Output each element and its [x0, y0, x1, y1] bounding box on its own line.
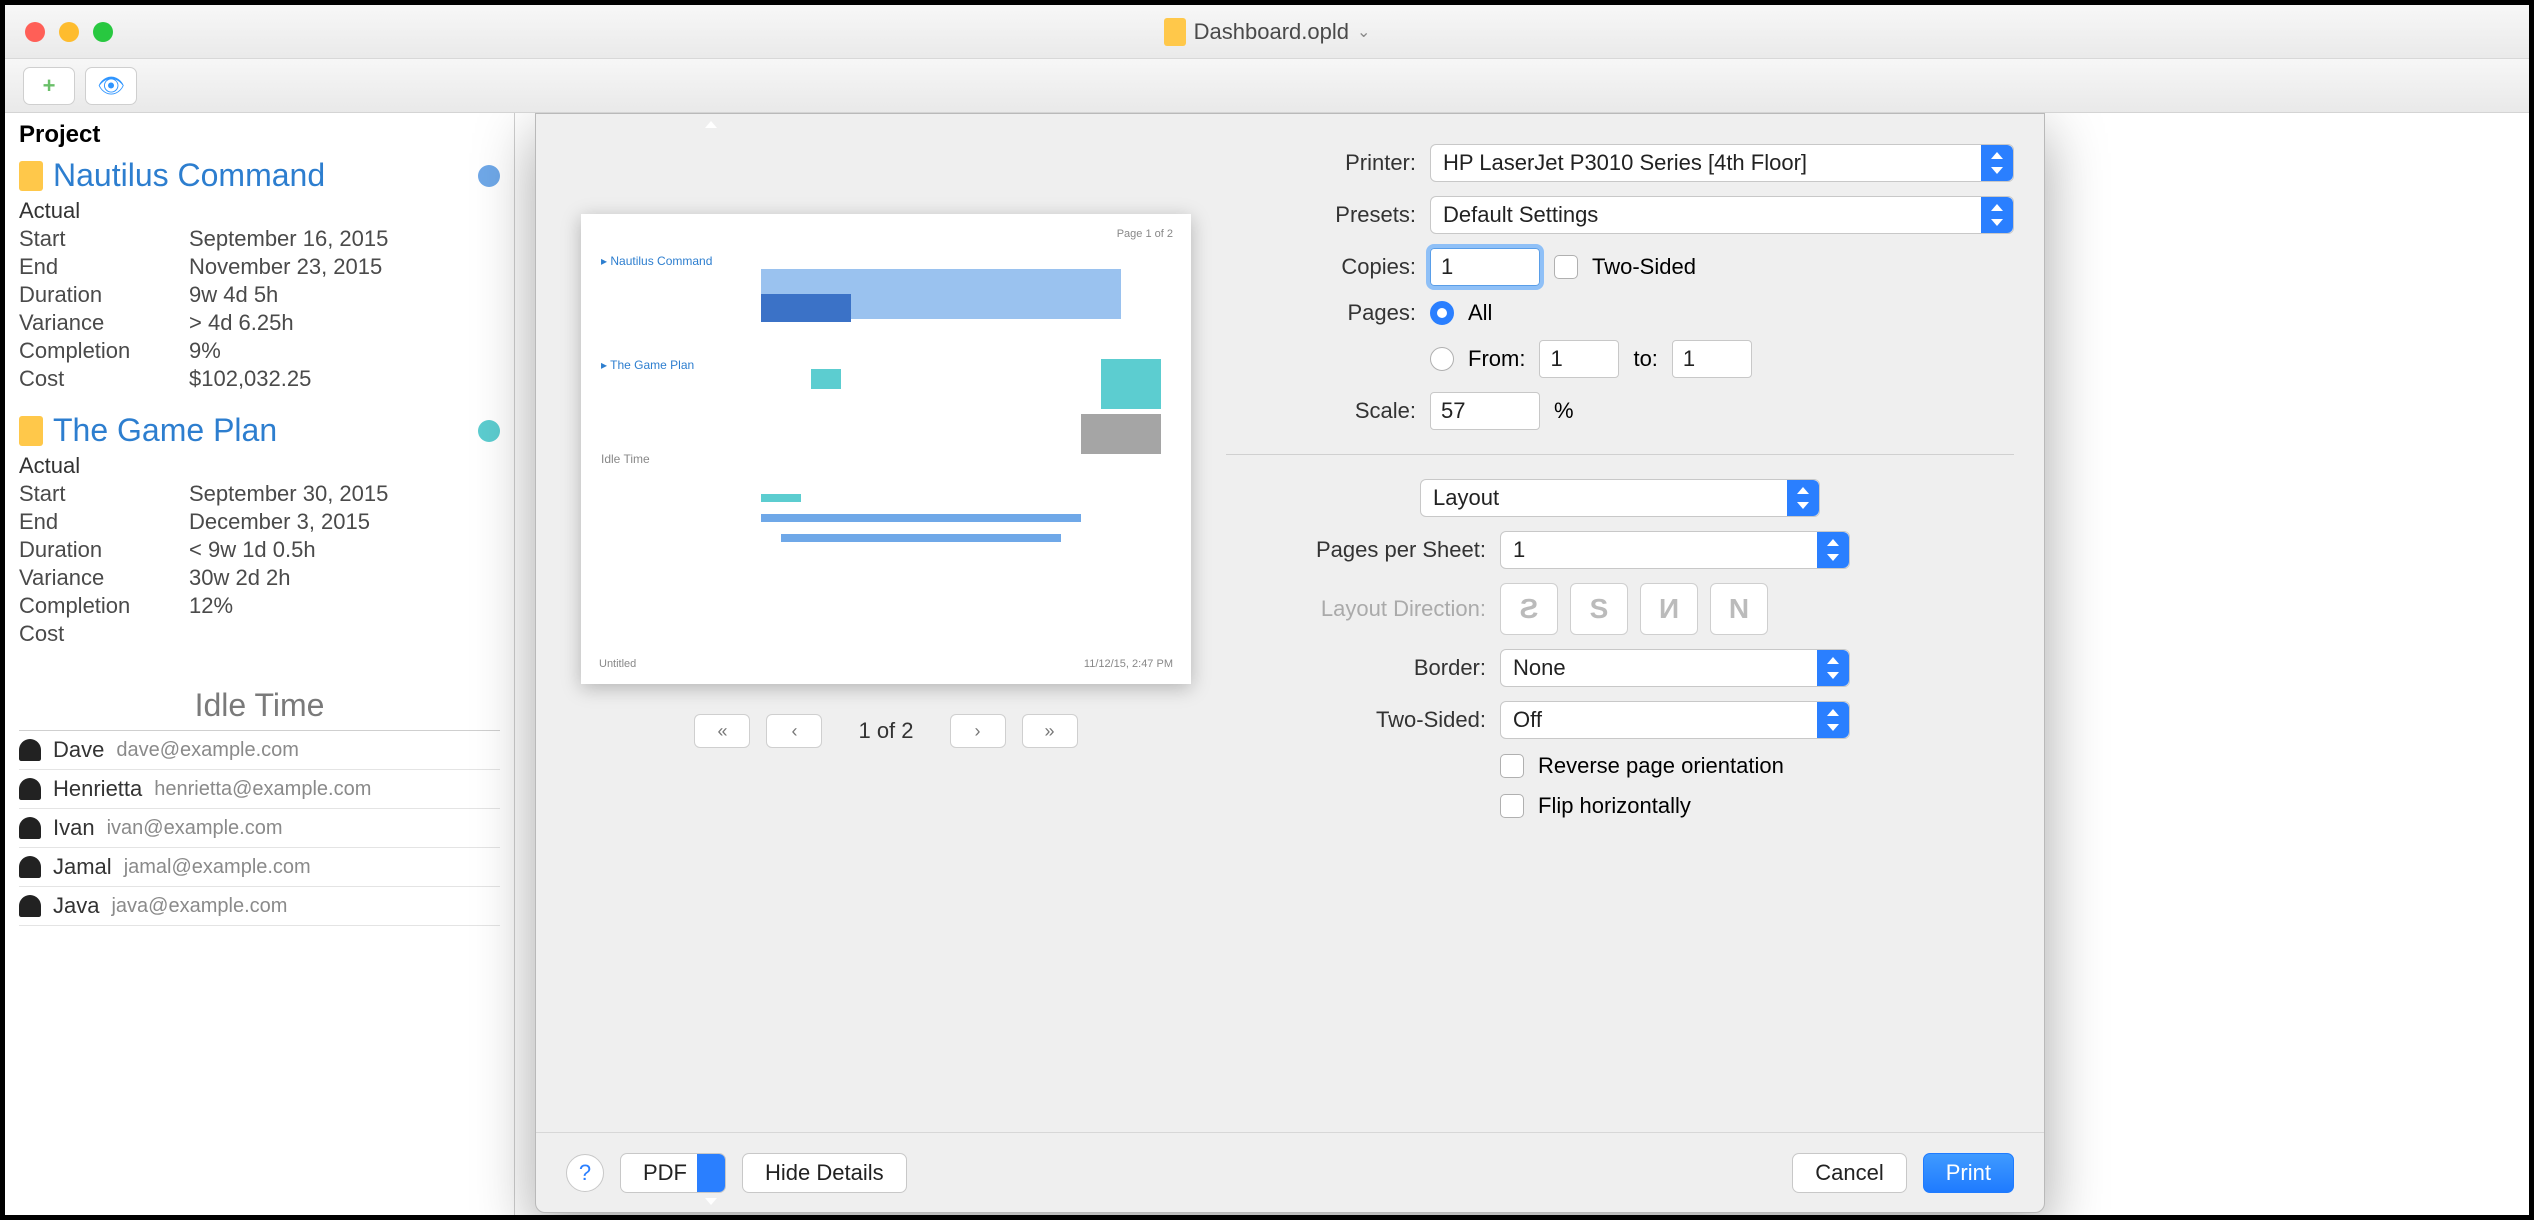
select-arrow-icon	[1787, 480, 1819, 516]
status-dot	[478, 165, 500, 187]
presets-select[interactable]: Default Settings	[1430, 196, 2014, 234]
presets-label: Presets:	[1226, 202, 1416, 228]
pages-to-input[interactable]	[1672, 340, 1752, 378]
two-sided-select[interactable]: Off	[1500, 701, 1850, 739]
scale-input[interactable]	[1430, 392, 1540, 430]
two-sided-checkbox[interactable]	[1554, 255, 1578, 279]
actual-label: Actual	[19, 198, 500, 224]
last-page-button[interactable]: »	[1022, 714, 1078, 748]
page-indicator: 1 of 2	[858, 718, 913, 744]
reverse-orientation-checkbox[interactable]	[1500, 754, 1524, 778]
hide-details-button[interactable]: Hide Details	[742, 1153, 907, 1193]
two-sided-label: Two-Sided	[1592, 254, 1696, 280]
person-icon	[19, 817, 41, 839]
select-arrow-icon	[1981, 197, 2013, 233]
select-arrow-icon	[1981, 145, 2013, 181]
window-title: Dashboard.opld	[1194, 19, 1349, 45]
select-arrow-icon	[1817, 532, 1849, 568]
layout-dir-2[interactable]: S	[1570, 583, 1628, 635]
next-page-button[interactable]: ›	[950, 714, 1006, 748]
person-row[interactable]: Jamaljamal@example.com	[19, 848, 500, 887]
help-button[interactable]: ?	[566, 1154, 604, 1192]
copies-label: Copies:	[1226, 254, 1416, 280]
section-select[interactable]: Layout	[1420, 479, 1820, 517]
project-title: Nautilus Command	[53, 157, 325, 194]
person-row[interactable]: Davedave@example.com	[19, 731, 500, 770]
select-arrow-icon	[1817, 702, 1849, 738]
plus-icon: +	[43, 73, 56, 99]
cancel-button[interactable]: Cancel	[1792, 1153, 1906, 1193]
section-header-project: Project	[19, 121, 500, 149]
pages-per-sheet-select[interactable]: 1	[1500, 531, 1850, 569]
person-row[interactable]: Javajava@example.com	[19, 887, 500, 926]
print-dialog: Page 1 of 2 ▸ Nautilus Command ▸ The Gam…	[535, 113, 2045, 1213]
person-icon	[19, 739, 41, 761]
copies-input[interactable]	[1430, 248, 1540, 286]
pdf-dropdown-icon	[697, 1154, 725, 1192]
document-icon	[1164, 18, 1186, 46]
prev-page-button[interactable]: ‹	[766, 714, 822, 748]
pages-label: Pages:	[1226, 300, 1416, 326]
pages-all-radio[interactable]	[1430, 301, 1454, 325]
person-row[interactable]: Henriettahenrietta@example.com	[19, 770, 500, 809]
actual-label: Actual	[19, 453, 500, 479]
layout-dir-1[interactable]: Ƨ	[1500, 583, 1558, 635]
preview-thumbnail[interactable]: Page 1 of 2 ▸ Nautilus Command ▸ The Gam…	[581, 214, 1191, 684]
first-page-button[interactable]: «	[694, 714, 750, 748]
pages-per-sheet-label: Pages per Sheet:	[1226, 537, 1486, 563]
chevron-down-icon[interactable]: ⌄	[1357, 22, 1370, 42]
idle-time-header: Idle Time	[19, 687, 500, 731]
person-icon	[19, 778, 41, 800]
person-icon	[19, 895, 41, 917]
print-button[interactable]: Print	[1923, 1153, 2014, 1193]
eye-icon: 👁	[97, 73, 125, 99]
border-label: Border:	[1226, 655, 1486, 681]
pdf-button[interactable]: PDF	[620, 1153, 726, 1193]
flip-horizontally-checkbox[interactable]	[1500, 794, 1524, 818]
toolbar: + 👁	[5, 59, 2529, 113]
layout-direction-label: Layout Direction:	[1226, 596, 1486, 622]
view-button[interactable]: 👁	[85, 67, 137, 105]
printer-select[interactable]: HP LaserJet P3010 Series [4th Floor]	[1430, 144, 2014, 182]
sidebar: Project Nautilus Command Actual StartSep…	[5, 113, 515, 1215]
project-card[interactable]: Nautilus Command Actual StartSeptember 1…	[19, 157, 500, 392]
project-title: The Game Plan	[53, 412, 277, 449]
person-icon	[19, 856, 41, 878]
project-icon	[19, 416, 43, 446]
titlebar: Dashboard.opld ⌄	[5, 5, 2529, 59]
select-arrow-icon	[1817, 650, 1849, 686]
pages-from-input[interactable]	[1539, 340, 1619, 378]
add-button[interactable]: +	[23, 67, 75, 105]
border-select[interactable]: None	[1500, 649, 1850, 687]
print-preview: Page 1 of 2 ▸ Nautilus Command ▸ The Gam…	[566, 144, 1206, 1102]
pages-from-radio[interactable]	[1430, 347, 1454, 371]
project-card[interactable]: The Game Plan Actual StartSeptember 30, …	[19, 412, 500, 647]
layout-dir-4[interactable]: N	[1710, 583, 1768, 635]
status-dot	[478, 420, 500, 442]
layout-dir-3[interactable]: И	[1640, 583, 1698, 635]
printer-label: Printer:	[1226, 150, 1416, 176]
person-row[interactable]: Ivanivan@example.com	[19, 809, 500, 848]
two-sided-select-label: Two-Sided:	[1226, 707, 1486, 733]
scale-label: Scale:	[1226, 398, 1416, 424]
project-icon	[19, 161, 43, 191]
